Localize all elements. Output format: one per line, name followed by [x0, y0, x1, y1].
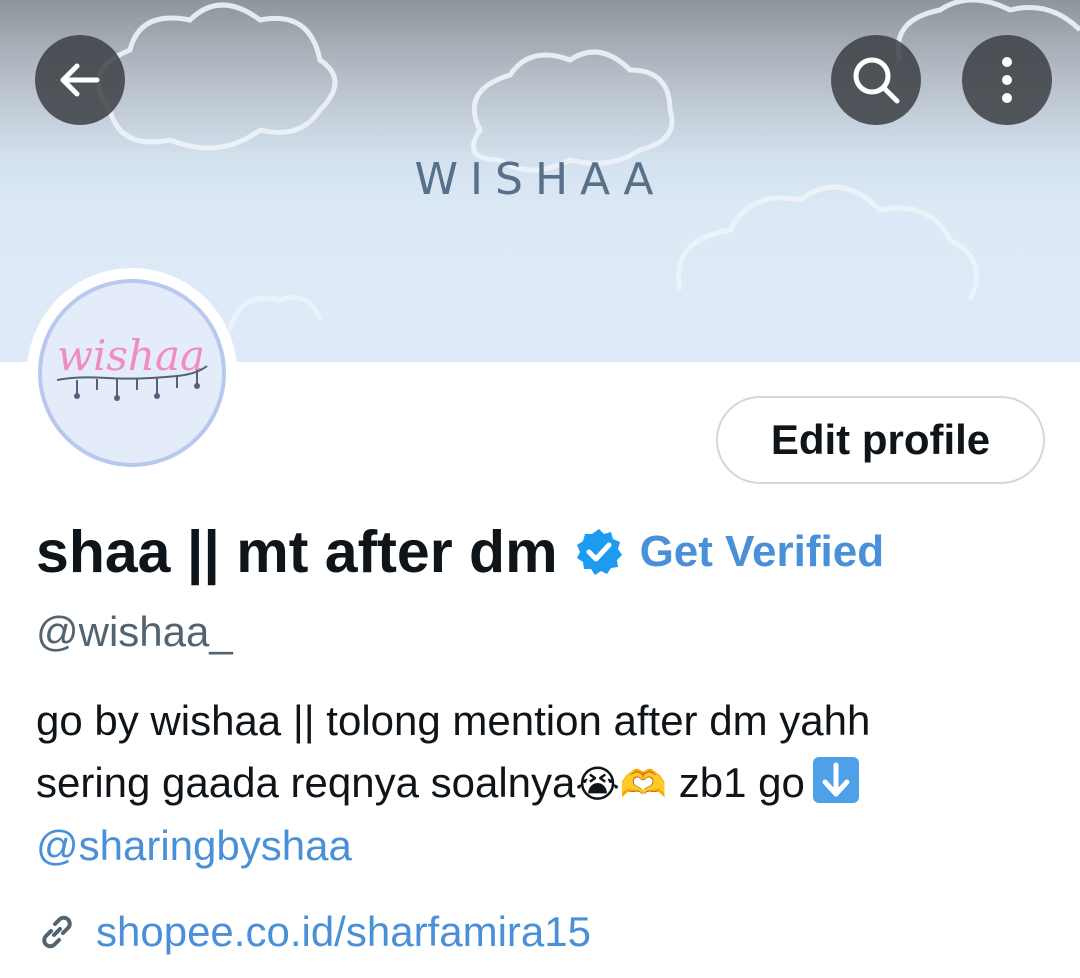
website-link[interactable]: shopee.co.id/sharfamira15: [96, 908, 591, 956]
bio-line-1: go by wishaa || tolong mention after dm …: [36, 697, 871, 744]
arrow-left-icon: [60, 63, 100, 97]
get-verified-link[interactable]: Get Verified: [640, 527, 885, 577]
bio-mention-link[interactable]: @sharingbyshaa: [36, 815, 1046, 877]
search-icon: [853, 57, 900, 104]
bio-line-2: sering gaada reqnya soalnya😭🫶 zb1 go: [36, 752, 1046, 815]
svg-text:wishaa: wishaa: [57, 331, 205, 380]
name-row: shaa || mt after dm Get Verified: [36, 514, 884, 590]
bio: go by wishaa || tolong mention after dm …: [36, 690, 1046, 877]
user-handle: @wishaa_: [36, 608, 233, 655]
avatar-image: wishaa: [38, 279, 226, 467]
bio-line-2-tail: zb1 go: [667, 759, 805, 806]
more-vertical-icon: [1002, 57, 1012, 103]
wishaa-logo: wishaa: [56, 331, 208, 401]
crying-emoji: 😭: [575, 762, 620, 806]
verified-badge-icon[interactable]: [574, 527, 624, 577]
website-row: shopee.co.id/sharfamira15: [36, 908, 591, 956]
down-arrow-emoji-icon: [812, 757, 859, 803]
edit-profile-button[interactable]: Edit profile: [716, 396, 1045, 484]
more-options-button[interactable]: [962, 35, 1052, 125]
bio-line-2-text: sering gaada reqnya soalnya: [36, 759, 576, 806]
avatar[interactable]: wishaa: [27, 268, 237, 478]
search-button[interactable]: [831, 35, 921, 125]
back-button[interactable]: [35, 35, 125, 125]
heart-hands-emoji: 🫶: [619, 762, 668, 806]
banner-title: WISHAA: [414, 154, 666, 205]
link-icon: [42, 915, 72, 949]
display-name: shaa || mt after dm: [36, 519, 558, 585]
